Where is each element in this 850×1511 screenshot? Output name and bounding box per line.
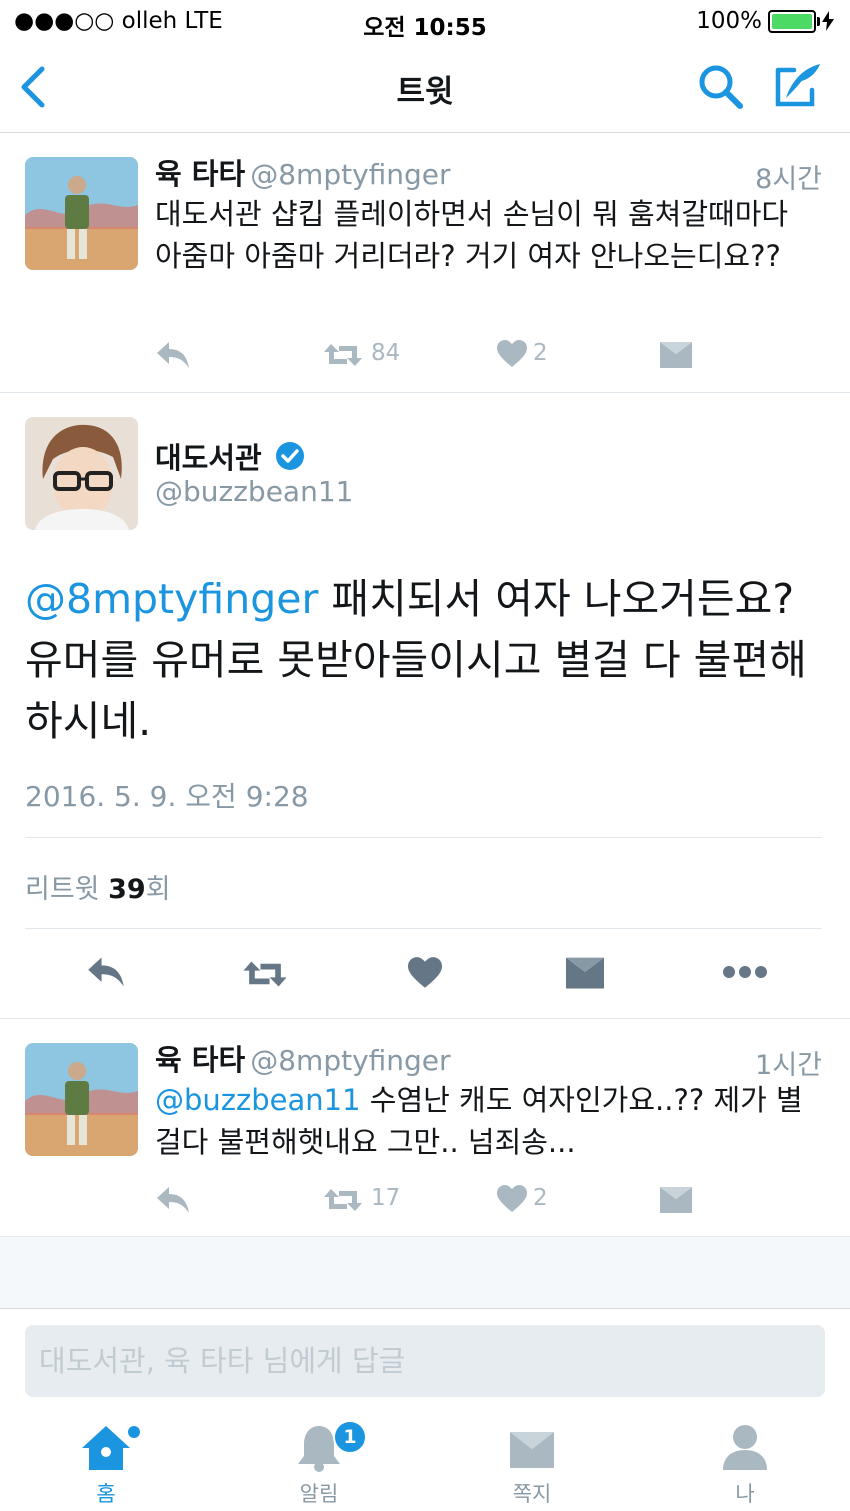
battery-fill bbox=[772, 13, 812, 29]
tab-label: 알림 bbox=[299, 1482, 339, 1506]
retweet-stat[interactable]: 리트윗 39회 bbox=[25, 867, 171, 906]
battery-status: 100% bbox=[696, 8, 834, 34]
tweet-actions: 84 2 bbox=[155, 338, 715, 374]
compose-tweet-icon[interactable] bbox=[774, 60, 824, 110]
like-count: 2 bbox=[533, 340, 548, 366]
retweet-stat-count: 39 bbox=[108, 874, 146, 905]
user-handle[interactable]: @8mptyfinger bbox=[250, 158, 450, 191]
tweet-time: 8시간 bbox=[755, 164, 822, 195]
envelope-icon bbox=[510, 1432, 554, 1468]
tweet-item[interactable]: 육 타타 @8mptyfinger 1시간 @buzzbean11 수염난 캐도… bbox=[0, 1019, 850, 1237]
empty-space bbox=[0, 1237, 850, 1308]
status-bar: ●●●○○ olleh LTE 오전 10:55 100% bbox=[0, 0, 850, 44]
battery-icon bbox=[768, 9, 820, 33]
reply-field-container bbox=[25, 1325, 825, 1397]
avatar[interactable] bbox=[25, 417, 138, 530]
user-handle[interactable]: @8mptyfinger bbox=[250, 1044, 450, 1077]
like-count: 2 bbox=[533, 1185, 548, 1211]
search-icon[interactable] bbox=[698, 64, 744, 110]
reply-icon[interactable] bbox=[155, 340, 191, 370]
divider bbox=[25, 928, 822, 929]
tweet-text: @buzzbean11 수염난 캐도 여자인가요..?? 제가 별걸다 불편해햇… bbox=[155, 1079, 815, 1163]
tab-home[interactable]: 홈 bbox=[0, 1424, 212, 1508]
reply-icon[interactable] bbox=[86, 955, 126, 989]
mention-link[interactable]: @buzzbean11 bbox=[155, 1083, 361, 1117]
retweet-icon[interactable] bbox=[323, 1185, 363, 1215]
charging-bolt-icon bbox=[822, 11, 834, 31]
battery-percent: 100% bbox=[696, 8, 762, 34]
retweet-stat-label: 리트윗 bbox=[25, 874, 109, 905]
mention-link[interactable]: @8mptyfinger bbox=[25, 575, 318, 623]
message-icon[interactable] bbox=[566, 957, 604, 989]
tweet-item[interactable]: 육 타타 @8mptyfinger 8시간 대도서관 샵킵 플레이하면서 손님이… bbox=[0, 133, 850, 393]
user-name[interactable]: 육 타타 bbox=[155, 157, 245, 191]
retweet-count: 84 bbox=[371, 340, 401, 366]
new-content-dot bbox=[128, 1426, 140, 1438]
verified-badge-icon bbox=[276, 442, 304, 470]
message-icon[interactable] bbox=[660, 342, 692, 368]
retweet-icon[interactable] bbox=[323, 340, 363, 370]
reply-compose-bar bbox=[0, 1308, 850, 1415]
tab-label: 쪽지 bbox=[512, 1482, 552, 1506]
nav-bar: 트윗 bbox=[0, 44, 850, 133]
divider bbox=[25, 837, 822, 838]
tab-bar: 홈 1 알림 쪽지 나 bbox=[0, 1414, 850, 1511]
tweet-text: 대도서관 샵킵 플레이하면서 손님이 뭐 훔쳐갈때마다 아줌마 아줌마 거리더라… bbox=[155, 197, 789, 273]
tab-label: 나 bbox=[735, 1482, 755, 1506]
heart-icon[interactable] bbox=[497, 1185, 527, 1213]
notification-badge: 1 bbox=[333, 1420, 367, 1454]
retweet-count: 17 bbox=[371, 1185, 401, 1211]
avatar-image bbox=[25, 417, 138, 530]
avatar[interactable] bbox=[25, 1043, 138, 1156]
tweet-date: 2016. 5. 9. 오전 9:28 bbox=[25, 780, 309, 813]
avatar-image bbox=[25, 157, 138, 270]
retweet-stat-suffix: 회 bbox=[145, 874, 171, 905]
avatar-image bbox=[25, 1043, 138, 1156]
tab-messages[interactable]: 쪽지 bbox=[426, 1424, 638, 1508]
more-options-icon[interactable] bbox=[722, 965, 768, 979]
tab-me[interactable]: 나 bbox=[639, 1424, 850, 1508]
tweet-text: @8mptyfinger 패치되서 여자 나오거든요? 유머를 유머로 못받아들… bbox=[25, 569, 825, 752]
tab-notifications[interactable]: 1 알림 bbox=[213, 1420, 425, 1508]
tweet-actions: 17 2 bbox=[155, 1183, 715, 1219]
heart-icon[interactable] bbox=[497, 340, 527, 368]
reply-icon[interactable] bbox=[155, 1185, 191, 1215]
tweet-time: 1시간 bbox=[755, 1050, 822, 1081]
main-tweet: 대도서관 @buzzbean11 @8mptyfinger 패치되서 여자 나오… bbox=[0, 393, 850, 1018]
user-name[interactable]: 대도서관 bbox=[155, 435, 262, 477]
retweet-icon[interactable] bbox=[242, 957, 288, 991]
tweet-header: 육 타타 @8mptyfinger bbox=[155, 1037, 451, 1079]
avatar[interactable] bbox=[25, 157, 138, 270]
tab-label: 홈 bbox=[96, 1482, 116, 1506]
home-icon bbox=[82, 1426, 130, 1470]
reply-input[interactable] bbox=[25, 1325, 823, 1397]
profile-icon bbox=[723, 1425, 767, 1470]
heart-icon[interactable] bbox=[408, 957, 442, 989]
user-handle[interactable]: @buzzbean11 bbox=[155, 475, 353, 508]
message-icon[interactable] bbox=[660, 1187, 692, 1213]
tweet-header: 육 타타 @8mptyfinger bbox=[155, 151, 451, 193]
user-name[interactable]: 육 타타 bbox=[155, 1043, 245, 1077]
